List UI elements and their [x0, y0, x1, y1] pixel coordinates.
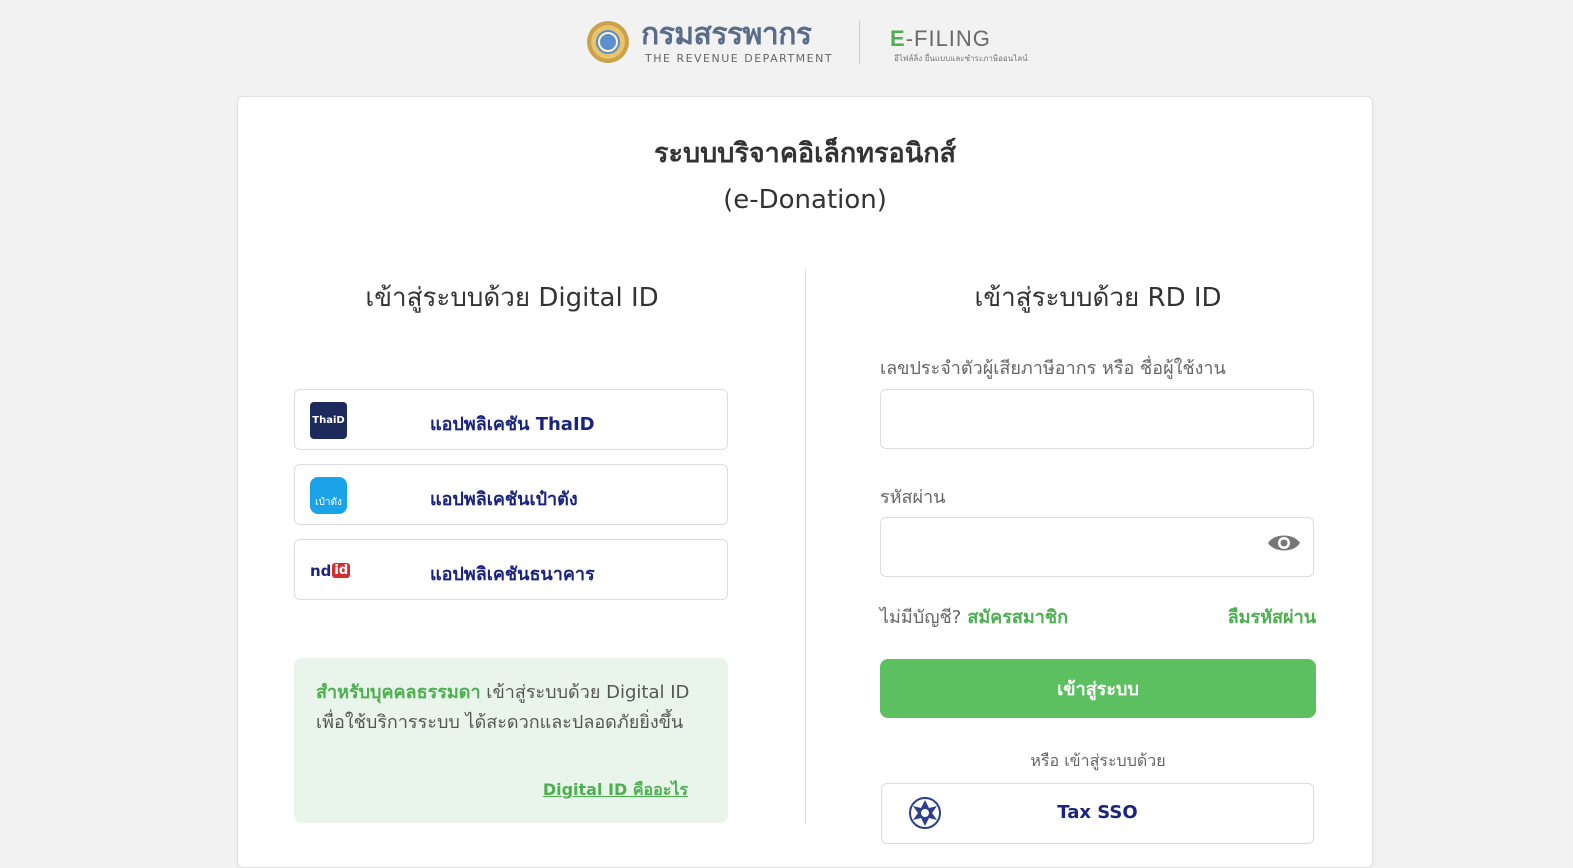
- register-link[interactable]: สมัครสมาชิก: [967, 607, 1068, 628]
- efiling-tagline: อีไฟล์ลิ่ง ยื่นแบบและชำระภาษีออนไลน์: [894, 54, 1028, 63]
- tax-sso-button[interactable]: Tax SSO: [881, 783, 1314, 844]
- thaid-login-label: แอปพลิเคชัน ThaID: [430, 414, 595, 435]
- column-divider: [805, 269, 806, 824]
- info-text: สำหรับบุคคลธรรมดา เข้าสู่ระบบด้วย Digita…: [316, 678, 706, 738]
- login-card: ระบบบริจาคอิเล็กทรอนิกส์ (e-Donation) เข…: [237, 96, 1373, 868]
- or-login-with-text: หรือ เข้าสู่ระบบด้วย: [1030, 751, 1166, 770]
- digital-id-title: เข้าสู่ระบบด้วย Digital ID: [365, 283, 659, 313]
- no-account-row: ไม่มีบัญชี? สมัครสมาชิก: [880, 607, 1068, 628]
- paotang-login-label: แอปพลิเคชันเป๋าตัง: [430, 489, 578, 510]
- username-input[interactable]: [880, 389, 1314, 449]
- username-label: เลขประจำตัวผู้เสียภาษีอากร หรือ ชื่อผู้ใ…: [880, 358, 1226, 379]
- info-highlight: สำหรับบุคคลธรรมดา: [316, 682, 481, 703]
- show-password-eye-icon[interactable]: [1267, 532, 1301, 554]
- header: กรมสรรพากร THE REVENUE DEPARTMENT E-FILI…: [0, 18, 1573, 68]
- tax-sso-label: Tax SSO: [1057, 802, 1138, 823]
- password-input[interactable]: [880, 517, 1314, 577]
- revenue-department-seal-icon: [587, 21, 629, 63]
- thaid-app-icon: ThaiD: [310, 402, 347, 439]
- bank-app-login-button[interactable]: nd id แอปพลิเคชันธนาคาร: [294, 539, 728, 600]
- brand-name-english: THE REVENUE DEPARTMENT: [645, 52, 834, 65]
- what-is-digital-id-link[interactable]: Digital ID คืออะไร: [543, 778, 688, 803]
- digital-id-info-box: สำหรับบุคคลธรรมดา เข้าสู่ระบบด้วย Digita…: [294, 658, 728, 823]
- brand-name-thai: กรมสรรพากร: [641, 17, 812, 52]
- password-label: รหัสผ่าน: [880, 487, 946, 508]
- paotang-login-button[interactable]: เป๋าตัง แอปพลิเคชันเป๋าตัง: [294, 464, 728, 525]
- header-divider: [859, 20, 860, 64]
- paotang-app-icon: เป๋าตัง: [310, 477, 347, 514]
- forgot-password-link[interactable]: ลืมรหัสผ่าน: [1218, 602, 1316, 631]
- bank-app-login-label: แอปพลิเคชันธนาคาร: [430, 564, 595, 585]
- page-title: ระบบบริจาคอิเล็กทรอนิกส์: [653, 138, 957, 169]
- efiling-logo: E-FILING: [890, 26, 991, 51]
- rd-id-title: เข้าสู่ระบบด้วย RD ID: [974, 283, 1222, 313]
- page-subtitle: (e-Donation): [723, 185, 887, 215]
- login-button[interactable]: เข้าสู่ระบบ: [880, 659, 1316, 718]
- ndid-icon: nd id: [310, 552, 351, 589]
- thaid-login-button[interactable]: ThaiD แอปพลิเคชัน ThaID: [294, 389, 728, 450]
